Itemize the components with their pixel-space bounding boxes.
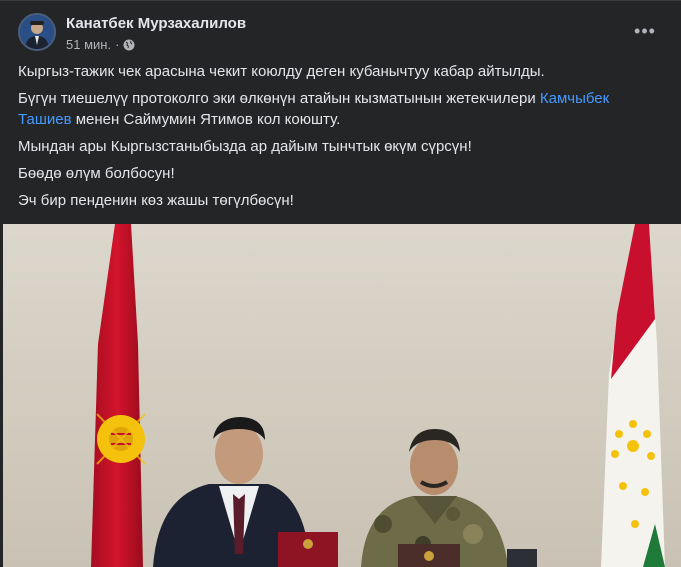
paragraph-5: Эч бир пенденин көз жашы төгүлбөсүн!	[18, 192, 294, 209]
paragraph-3: Мындан ары Кыргызстаныбызда ар дайым тын…	[18, 138, 472, 155]
more-options-button[interactable]: •••	[629, 15, 661, 47]
photo-scene	[3, 224, 681, 567]
paragraph-1: Кыргыз-тажик чек арасына чекит коюлду де…	[18, 63, 545, 80]
meta-separator: ·	[115, 37, 120, 52]
author-name[interactable]: Канатбек Мурзахалилов	[66, 15, 246, 32]
more-horizontal-icon: •••	[634, 20, 656, 41]
paragraph-2-start: Бүгүн тиешелүү протоколго эки өлкөнүн ат…	[18, 90, 540, 107]
globe-icon[interactable]	[123, 39, 135, 51]
signing-folder-left	[278, 532, 338, 567]
post-photo[interactable]	[3, 224, 681, 567]
author-avatar[interactable]	[18, 13, 56, 51]
post-meta: 51 мин. ·	[66, 37, 135, 52]
post-header: Канатбек Мурзахалилов 51 мин. · •••	[16, 13, 665, 57]
paragraph-4: Бөөдө өлүм болбосун!	[18, 165, 175, 182]
paragraph-2: Бүгүн тиешелүү протоколго эки өлкөнүн ат…	[18, 88, 663, 130]
paragraph-2-end: менен Саймумин Ятимов кол коюшту.	[71, 111, 341, 128]
post-time[interactable]: 51 мин.	[66, 37, 111, 52]
post-text: Кыргыз-тажик чек арасына чекит коюлду де…	[18, 61, 663, 217]
avatar-image	[20, 15, 54, 49]
post-card: Канатбек Мурзахалилов 51 мин. · ••• Кырг…	[0, 0, 681, 567]
